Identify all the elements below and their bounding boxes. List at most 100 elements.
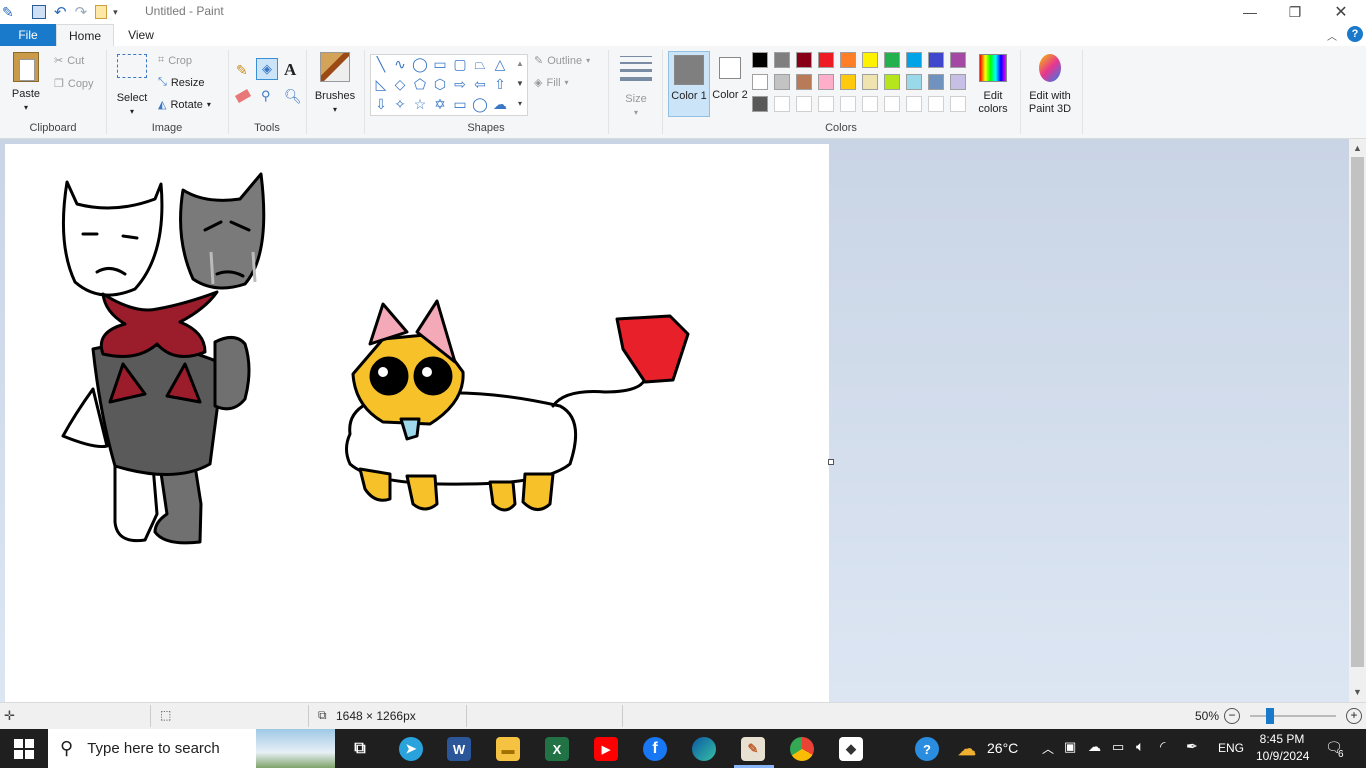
zoom-slider-thumb[interactable]: [1266, 708, 1274, 724]
oval-shape-icon[interactable]: ◯: [412, 56, 428, 72]
palette-swatch[interactable]: [796, 52, 812, 68]
crop-button[interactable]: ⌗ Crop: [158, 54, 192, 67]
windows-start-icon[interactable]: [14, 739, 34, 759]
gallery-more-icon[interactable]: ▾: [512, 96, 528, 112]
palette-swatch[interactable]: [752, 96, 768, 112]
palette-swatch[interactable]: [862, 74, 878, 90]
scroll-up-icon[interactable]: ▲: [512, 56, 528, 72]
show-hidden-icons-icon[interactable]: ︿: [1042, 740, 1054, 757]
palette-swatch[interactable]: [840, 52, 856, 68]
tab-home[interactable]: Home: [56, 24, 114, 47]
rotate-button[interactable]: ◭ Rotate ▾: [158, 98, 211, 112]
palette-swatch[interactable]: [752, 74, 768, 90]
redo-icon[interactable]: ↷: [75, 3, 88, 21]
left-arrow-shape-icon[interactable]: ⇦: [472, 76, 488, 92]
palette-swatch[interactable]: [928, 96, 944, 112]
cut-button[interactable]: ✂ Cut: [54, 54, 84, 68]
help-tray-icon[interactable]: ?: [915, 737, 939, 761]
scroll-down-icon[interactable]: ▼: [512, 76, 528, 92]
weather-icon[interactable]: ☁︎: [955, 737, 979, 761]
palette-swatch[interactable]: [884, 96, 900, 112]
file-explorer-icon[interactable]: ▬: [496, 737, 520, 761]
rectangle-shape-icon[interactable]: ▭: [432, 56, 448, 72]
palette-swatch[interactable]: [752, 52, 768, 68]
taskbar-search-box[interactable]: ⚲ Type here to search: [48, 729, 335, 768]
close-button[interactable]: ✕: [1318, 0, 1364, 24]
undo-icon[interactable]: ↶: [54, 3, 67, 21]
curve-shape-icon[interactable]: ∿: [392, 56, 408, 72]
text-tool-icon[interactable]: A: [284, 60, 296, 80]
scroll-down-arrow[interactable]: ▼: [1353, 687, 1362, 697]
onedrive-icon[interactable]: ☁︎: [1088, 739, 1101, 755]
maximize-button[interactable]: ❐: [1272, 0, 1318, 24]
palette-swatch[interactable]: [774, 96, 790, 112]
excel-icon[interactable]: X: [545, 737, 569, 761]
pen-icon[interactable]: ✒: [1186, 738, 1198, 755]
diamond-shape-icon[interactable]: ◇: [392, 76, 408, 92]
edit-colors-button[interactable]: Edit colors: [974, 54, 1012, 116]
roblox-icon[interactable]: ◆: [839, 737, 863, 761]
pentagon-shape-icon[interactable]: ⬠: [412, 76, 428, 92]
up-arrow-shape-icon[interactable]: ⇧: [492, 76, 508, 92]
palette-swatch[interactable]: [818, 74, 834, 90]
clock[interactable]: 8:45 PM 10/9/2024: [1256, 732, 1309, 763]
palette-swatch[interactable]: [818, 96, 834, 112]
color1-button[interactable]: Color 1: [668, 51, 710, 117]
palette-swatch[interactable]: [950, 52, 966, 68]
youtube-icon[interactable]: ▶: [594, 737, 618, 761]
magnifier-icon[interactable]: 🔍︎: [284, 88, 302, 105]
zoom-slider[interactable]: [1250, 715, 1336, 717]
temperature[interactable]: 26°C: [987, 740, 1018, 756]
eraser-icon[interactable]: [234, 89, 252, 103]
resize-button[interactable]: ⤡ Resize: [158, 76, 204, 89]
pencil-icon[interactable]: ✎: [236, 62, 248, 79]
five-point-star-shape-icon[interactable]: ☆: [412, 96, 428, 112]
collapse-ribbon-icon[interactable]: ︿: [1327, 28, 1337, 43]
scroll-thumb[interactable]: [1351, 157, 1364, 667]
paste-button[interactable]: Paste ▾: [8, 52, 44, 114]
language-indicator[interactable]: ENG: [1218, 741, 1244, 755]
drawing-canvas[interactable]: [5, 144, 829, 702]
palette-swatch[interactable]: [950, 96, 966, 112]
fill-bucket-icon[interactable]: ◈: [256, 58, 278, 80]
word-icon[interactable]: W: [447, 737, 471, 761]
palette-swatch[interactable]: [950, 74, 966, 90]
color-picker-icon[interactable]: ⚲: [261, 88, 271, 104]
telegram-icon[interactable]: ➤: [399, 737, 423, 761]
resize-handle[interactable]: [828, 459, 834, 465]
palette-swatch[interactable]: [906, 52, 922, 68]
minimize-button[interactable]: —: [1227, 0, 1273, 24]
palette-swatch[interactable]: [840, 74, 856, 90]
size-button[interactable]: Size ▾: [616, 54, 656, 119]
chrome-icon[interactable]: [790, 737, 814, 761]
palette-swatch[interactable]: [928, 52, 944, 68]
edit-with-paint3d-button[interactable]: Edit with Paint 3D: [1024, 54, 1076, 116]
callout-cloud-shape-icon[interactable]: ☁︎: [492, 96, 508, 112]
right-arrow-shape-icon[interactable]: ⇨: [452, 76, 468, 92]
new-icon[interactable]: [95, 5, 108, 19]
palette-swatch[interactable]: [774, 52, 790, 68]
shapes-gallery[interactable]: ╲ ∿ ◯ ▭ ▢ ⏢ △ ◺ ◇ ⬠ ⬡ ⇨ ⇦ ⇧ ⇩ ✧ ☆ ✡ ▭ ◯ …: [370, 54, 528, 116]
paint-taskbar-icon[interactable]: ✎: [741, 737, 765, 761]
edge-icon[interactable]: [692, 737, 716, 761]
outline-button[interactable]: ✎ Outline ▾: [534, 54, 590, 68]
palette-swatch[interactable]: [862, 96, 878, 112]
select-button[interactable]: Select ▾: [114, 54, 150, 118]
help-icon[interactable]: ?: [1347, 26, 1363, 42]
palette-swatch[interactable]: [774, 74, 790, 90]
down-arrow-shape-icon[interactable]: ⇩: [373, 96, 389, 112]
palette-swatch[interactable]: [928, 74, 944, 90]
palette-swatch[interactable]: [796, 96, 812, 112]
vertical-scrollbar[interactable]: ▲ ▼: [1349, 139, 1366, 702]
triangle-shape-icon[interactable]: △: [492, 56, 508, 72]
customize-qat-icon[interactable]: ▾: [113, 7, 118, 18]
palette-swatch[interactable]: [818, 52, 834, 68]
palette-swatch[interactable]: [840, 96, 856, 112]
tray-app-icon[interactable]: ▣: [1064, 739, 1076, 755]
callout-rect-shape-icon[interactable]: ▭: [452, 96, 468, 112]
scroll-up-arrow[interactable]: ▲: [1353, 143, 1362, 153]
color2-button[interactable]: Color 2: [712, 51, 748, 102]
four-point-star-shape-icon[interactable]: ✧: [392, 96, 408, 112]
copy-button[interactable]: ❐ Copy: [54, 77, 94, 91]
rounded-rectangle-shape-icon[interactable]: ▢: [452, 56, 468, 72]
